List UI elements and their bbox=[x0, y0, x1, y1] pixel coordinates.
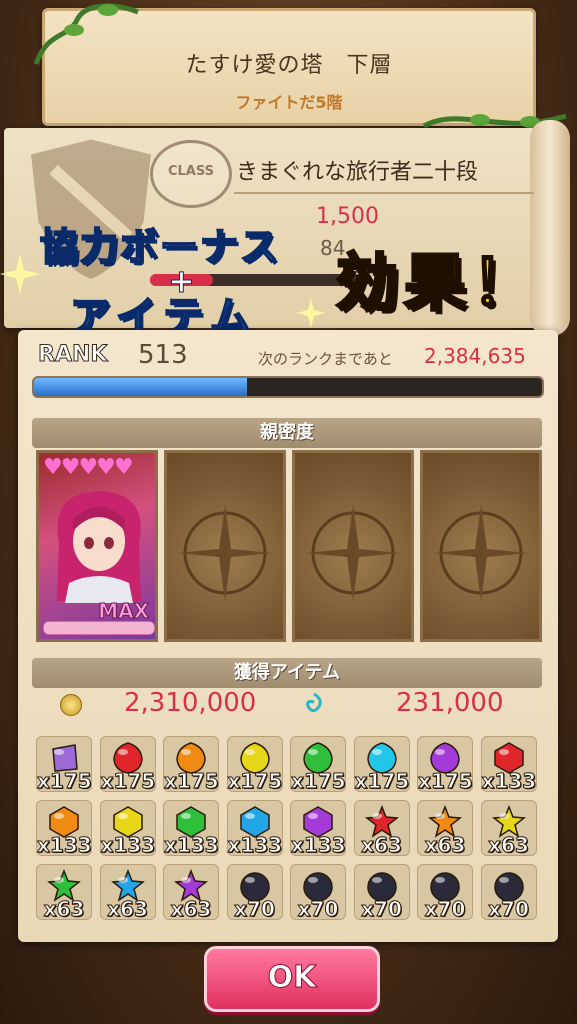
item-quantity: x133 bbox=[481, 769, 537, 794]
item-quantity: x63 bbox=[424, 833, 466, 858]
reward-item[interactable]: x133 bbox=[226, 800, 283, 858]
rank-label: RANK bbox=[37, 342, 108, 368]
item-quantity: x63 bbox=[170, 897, 212, 922]
coin-icon bbox=[60, 694, 82, 716]
item-quantity: x63 bbox=[107, 897, 149, 922]
item-quantity: x175 bbox=[37, 769, 93, 794]
item-quantity: x175 bbox=[227, 769, 283, 794]
intimacy-bar bbox=[43, 621, 155, 635]
reward-item[interactable]: x175 bbox=[417, 736, 474, 794]
coin-amount: 2,310,000 bbox=[124, 688, 257, 718]
item-quantity: x70 bbox=[488, 897, 530, 922]
reward-item[interactable]: x63 bbox=[99, 864, 156, 922]
item-quantity: x133 bbox=[227, 833, 283, 858]
compass-emblem-icon bbox=[177, 505, 273, 601]
reward-item[interactable]: x63 bbox=[163, 864, 219, 922]
empty-card-slot bbox=[420, 450, 542, 642]
items-header: 獲得アイテム bbox=[32, 658, 542, 688]
compass-emblem-icon bbox=[433, 505, 529, 601]
class-stamp: CLASS bbox=[150, 140, 232, 208]
intimacy-header: 親密度 bbox=[32, 418, 542, 448]
item-quantity: x70 bbox=[297, 897, 339, 922]
item-quantity: x63 bbox=[488, 833, 530, 858]
reward-item[interactable]: x63 bbox=[417, 800, 473, 858]
overlay-coop-bonus: 協力ボーナス bbox=[39, 224, 281, 270]
sparkle-icon bbox=[296, 298, 326, 328]
character-card[interactable]: ♥♥♥♥♥ MAX bbox=[36, 450, 158, 642]
item-quantity: x175 bbox=[418, 769, 474, 794]
item-quantity: x133 bbox=[37, 833, 93, 858]
class-name: きまぐれな旅行者二十段 bbox=[236, 160, 479, 185]
next-rank-label: 次のランクまであと bbox=[258, 350, 393, 368]
item-quantity: x63 bbox=[43, 897, 85, 922]
item-quantity: x175 bbox=[100, 769, 156, 794]
item-quantity: x70 bbox=[234, 897, 276, 922]
divider bbox=[234, 192, 534, 194]
reward-item[interactable]: x175 bbox=[99, 736, 156, 794]
character-portrait bbox=[57, 491, 141, 603]
item-quantity: x175 bbox=[291, 769, 347, 794]
empty-card-slot bbox=[292, 450, 414, 642]
reward-item[interactable]: x70 bbox=[226, 864, 283, 922]
rank-value: 513 bbox=[138, 340, 188, 370]
reward-item[interactable]: x70 bbox=[417, 864, 473, 922]
item-quantity: x175 bbox=[354, 769, 410, 794]
item-quantity: x133 bbox=[164, 833, 220, 858]
empty-card-slot bbox=[164, 450, 286, 642]
reward-item[interactable]: x133 bbox=[480, 736, 537, 794]
reward-item[interactable]: x63 bbox=[353, 800, 410, 858]
item-quantity: x133 bbox=[291, 833, 347, 858]
reward-item[interactable]: x175 bbox=[163, 736, 220, 794]
item-quantity: x175 bbox=[164, 769, 220, 794]
reward-item[interactable]: x63 bbox=[480, 800, 537, 858]
item-quantity: x63 bbox=[361, 833, 403, 858]
compass-emblem-icon bbox=[305, 505, 401, 601]
reward-item[interactable]: x133 bbox=[163, 800, 220, 858]
ok-button[interactable]: OK bbox=[204, 946, 380, 1012]
next-rank-value: 2,384,635 bbox=[424, 344, 526, 368]
item-quantity: x133 bbox=[100, 833, 156, 858]
second-currency-amount: 231,000 bbox=[396, 688, 504, 718]
rank-progress-bar bbox=[32, 376, 544, 398]
reward-item[interactable]: x175 bbox=[226, 736, 283, 794]
vine-decoration-left bbox=[33, 3, 139, 65]
swirl-icon bbox=[306, 692, 322, 713]
reward-item[interactable]: x70 bbox=[290, 864, 346, 922]
heart-icon: ♥♥♥♥♥ bbox=[43, 455, 134, 480]
reward-item[interactable]: x70 bbox=[353, 864, 410, 922]
sparkle-icon bbox=[0, 254, 40, 294]
bp-value: 1,500 bbox=[316, 204, 379, 229]
overlay-effect: 効果！ bbox=[334, 245, 541, 321]
rank-progress-fill bbox=[34, 378, 248, 396]
reward-item[interactable]: x133 bbox=[99, 800, 156, 858]
reward-item[interactable]: x70 bbox=[480, 864, 537, 922]
reward-item[interactable]: x63 bbox=[36, 864, 92, 922]
reward-item[interactable]: x175 bbox=[290, 736, 347, 794]
reward-item[interactable]: x133 bbox=[36, 800, 93, 858]
max-label: MAX bbox=[98, 599, 150, 624]
item-quantity: x70 bbox=[361, 897, 403, 922]
item-quantity: x70 bbox=[424, 897, 466, 922]
reward-item[interactable]: x175 bbox=[353, 736, 410, 794]
reward-item[interactable]: x175 bbox=[36, 736, 93, 794]
reward-item[interactable]: x133 bbox=[290, 800, 347, 858]
